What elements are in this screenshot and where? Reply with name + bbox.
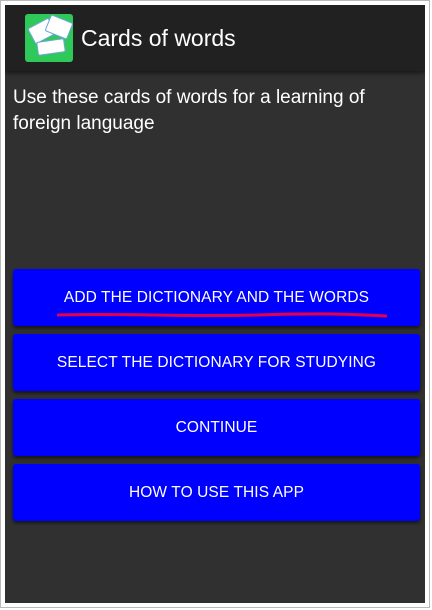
select-dictionary-label: SELECT THE DICTIONARY FOR STUDYING <box>56 353 377 371</box>
device-frame: Cards of words Use these cards of words … <box>0 0 430 608</box>
continue-button[interactable]: CONTINUE <box>13 399 420 456</box>
add-dictionary-label: ADD THE DICTIONARY AND THE WORDS <box>63 288 370 306</box>
red-underline-annotation <box>57 312 387 318</box>
continue-label: CONTINUE <box>175 418 258 436</box>
how-to-use-label: HOW TO USE THIS APP <box>128 483 305 501</box>
app-screen: Cards of words Use these cards of words … <box>5 5 425 603</box>
app-title: Cards of words <box>81 24 236 51</box>
how-to-use-button[interactable]: HOW TO USE THIS APP <box>13 464 420 521</box>
cards-app-icon <box>25 14 74 62</box>
select-dictionary-button[interactable]: SELECT THE DICTIONARY FOR STUDYING <box>13 334 420 391</box>
app-bar: Cards of words <box>5 5 425 71</box>
intro-text: Use these cards of words for a learning … <box>13 87 365 134</box>
card-icon-3 <box>36 38 66 56</box>
